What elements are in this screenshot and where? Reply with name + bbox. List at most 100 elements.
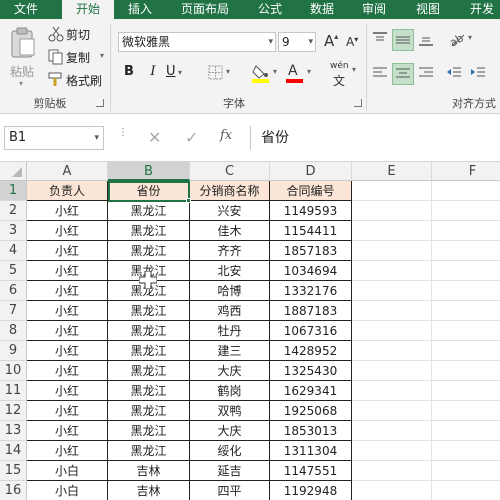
row-header[interactable]: 13 [0, 421, 27, 441]
cell-e9[interactable] [352, 341, 432, 361]
cell-f5[interactable] [432, 261, 500, 281]
column-header-a[interactable]: A [27, 162, 108, 181]
align-middle-button[interactable] [392, 29, 414, 51]
cell-a12[interactable]: 小红 [27, 401, 108, 421]
cell-a7[interactable]: 小红 [27, 301, 108, 321]
cell-c1[interactable]: 分销商名称 [190, 181, 270, 201]
cell-d6[interactable]: 1332176 [270, 281, 352, 301]
cell-b14[interactable]: 黑龙江 [108, 441, 190, 461]
cell-a10[interactable]: 小红 [27, 361, 108, 381]
cut-button[interactable]: 剪切 [46, 25, 106, 43]
insert-function-button[interactable]: fx [220, 128, 232, 143]
row-header[interactable]: 12 [0, 401, 27, 421]
paste-button[interactable]: 粘贴 ▾ [6, 25, 40, 88]
cell-d4[interactable]: 1857183 [270, 241, 352, 261]
decrease-indent-button[interactable] [446, 65, 464, 83]
cell-a13[interactable]: 小红 [27, 421, 108, 441]
cell-c15[interactable]: 延吉 [190, 461, 270, 481]
tab-review[interactable]: 审阅 [354, 0, 394, 19]
cell-d15[interactable]: 1147551 [270, 461, 352, 481]
font-size-select[interactable]: 9 ▾ [278, 32, 316, 52]
formula-input[interactable]: 省份 [250, 126, 500, 150]
cell-d14[interactable]: 1311304 [270, 441, 352, 461]
cell-e4[interactable] [352, 241, 432, 261]
cell-c16[interactable]: 四平 [190, 481, 270, 500]
cell-d8[interactable]: 1067316 [270, 321, 352, 341]
row-header[interactable]: 10 [0, 361, 27, 381]
cell-d1[interactable]: 合同编号 [270, 181, 352, 201]
cell-f8[interactable] [432, 321, 500, 341]
cell-b12[interactable]: 黑龙江 [108, 401, 190, 421]
font-name-select[interactable]: 微软雅黑 ▾ [118, 32, 276, 52]
select-all-corner[interactable] [0, 162, 27, 181]
cell-e16[interactable] [352, 481, 432, 500]
tab-page-layout[interactable]: 页面布局 [172, 0, 238, 19]
cell-f15[interactable] [432, 461, 500, 481]
cell-c7[interactable]: 鸡西 [190, 301, 270, 321]
name-box[interactable]: B1 ▾ [4, 126, 104, 150]
cell-a3[interactable]: 小红 [27, 221, 108, 241]
row-header[interactable]: 11 [0, 381, 27, 401]
align-top-button[interactable] [372, 31, 390, 49]
align-bottom-button[interactable] [418, 31, 436, 49]
font-dialog-launcher[interactable] [354, 99, 362, 107]
cell-c5[interactable]: 北安 [190, 261, 270, 281]
cell-e2[interactable] [352, 201, 432, 221]
cell-e15[interactable] [352, 461, 432, 481]
row-header[interactable]: 15 [0, 461, 27, 481]
cell-f6[interactable] [432, 281, 500, 301]
cancel-icon[interactable]: ✕ [148, 128, 161, 147]
cell-b9[interactable]: 黑龙江 [108, 341, 190, 361]
cell-d16[interactable]: 1192948 [270, 481, 352, 500]
cell-f7[interactable] [432, 301, 500, 321]
cell-b15[interactable]: 吉林 [108, 461, 190, 481]
row-header[interactable]: 16 [0, 481, 27, 500]
cell-d2[interactable]: 1149593 [270, 201, 352, 221]
orientation-button[interactable]: ab ▾ [447, 31, 478, 49]
align-center-button[interactable] [392, 63, 414, 85]
cell-b2[interactable]: 黑龙江 [108, 201, 190, 221]
cell-b8[interactable]: 黑龙江 [108, 321, 190, 341]
cell-d5[interactable]: 1034694 [270, 261, 352, 281]
grow-font-button[interactable]: A▴ [324, 32, 340, 52]
column-header-d[interactable]: D [270, 162, 352, 181]
cell-c9[interactable]: 建三 [190, 341, 270, 361]
align-right-button[interactable] [418, 65, 436, 83]
row-header[interactable]: 14 [0, 441, 27, 461]
cell-c10[interactable]: 大庆 [190, 361, 270, 381]
cell-c4[interactable]: 齐齐 [190, 241, 270, 261]
cell-a15[interactable]: 小白 [27, 461, 108, 481]
row-header[interactable]: 7 [0, 301, 27, 321]
cell-c14[interactable]: 绥化 [190, 441, 270, 461]
cell-f14[interactable] [432, 441, 500, 461]
cell-a5[interactable]: 小红 [27, 261, 108, 281]
cell-f1[interactable] [432, 181, 500, 201]
cell-e7[interactable] [352, 301, 432, 321]
row-header[interactable]: 1 [0, 181, 27, 201]
cell-b13[interactable]: 黑龙江 [108, 421, 190, 441]
cell-d10[interactable]: 1325430 [270, 361, 352, 381]
row-header[interactable]: 2 [0, 201, 27, 221]
cell-e10[interactable] [352, 361, 432, 381]
cell-f4[interactable] [432, 241, 500, 261]
underline-button[interactable]: U ▾ [166, 64, 194, 84]
cell-a9[interactable]: 小红 [27, 341, 108, 361]
cell-f3[interactable] [432, 221, 500, 241]
tab-view[interactable]: 视图 [408, 0, 448, 19]
cell-e8[interactable] [352, 321, 432, 341]
cell-d3[interactable]: 1154411 [270, 221, 352, 241]
cell-f2[interactable] [432, 201, 500, 221]
cell-d12[interactable]: 1925068 [270, 401, 352, 421]
cell-d11[interactable]: 1629341 [270, 381, 352, 401]
cell-b7[interactable]: 黑龙江 [108, 301, 190, 321]
cell-c11[interactable]: 鹤岗 [190, 381, 270, 401]
cell-e11[interactable] [352, 381, 432, 401]
row-header[interactable]: 9 [0, 341, 27, 361]
cell-b3[interactable]: 黑龙江 [108, 221, 190, 241]
fill-handle[interactable] [186, 198, 191, 203]
cell-e5[interactable] [352, 261, 432, 281]
column-header-b[interactable]: B [108, 162, 190, 181]
cell-a2[interactable]: 小红 [27, 201, 108, 221]
cell-c12[interactable]: 双鸭 [190, 401, 270, 421]
cell-e14[interactable] [352, 441, 432, 461]
